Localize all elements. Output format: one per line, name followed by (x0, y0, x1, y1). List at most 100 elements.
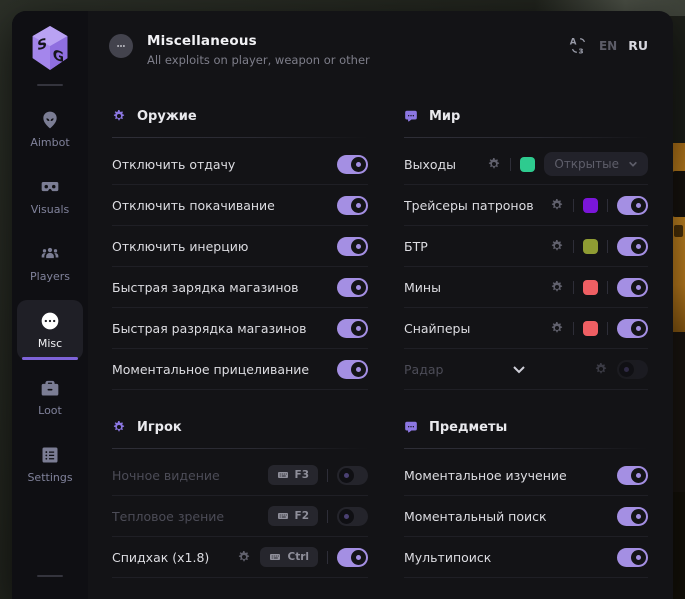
feature-row: Ночное видение F3 (112, 455, 368, 496)
toggle-switch[interactable] (337, 466, 368, 485)
page-header: Miscellaneous All exploits on player, we… (88, 11, 673, 91)
feature-label: Тепловое зрение (112, 509, 268, 524)
feature-label: Моментальное изучение (404, 468, 617, 483)
feature-label: Выходы (404, 157, 487, 172)
section-title: Мир (429, 109, 460, 124)
toggle-switch[interactable] (617, 237, 648, 256)
sidebar-divider (37, 84, 63, 86)
expand-chevron-icon[interactable] (511, 361, 527, 377)
toggle-switch[interactable] (337, 196, 368, 215)
row-settings-gear-icon[interactable] (550, 239, 564, 253)
toggle-switch[interactable] (337, 237, 368, 256)
sidebar-item-players[interactable]: Players (17, 233, 83, 293)
section-title: Предметы (429, 420, 507, 435)
row-settings-gear-icon[interactable] (487, 157, 501, 171)
background-orange-sign (672, 143, 685, 332)
feature-row: Моментальный поиск (404, 496, 648, 537)
section-weapon: Оружие Отключить отдачу Отключить покачи… (112, 103, 368, 390)
feature-label: Моментальный поиск (404, 509, 617, 524)
row-settings-gear-icon[interactable] (237, 550, 251, 564)
toggle-switch[interactable] (337, 278, 368, 297)
toggle-switch[interactable] (337, 360, 368, 379)
separator (573, 281, 574, 294)
section-header: Оружие (112, 103, 368, 129)
players-icon (40, 244, 60, 264)
toggle-switch[interactable] (617, 319, 648, 338)
feature-row: Снайперы (404, 308, 648, 349)
svg-text:S: S (37, 36, 47, 55)
alien-icon (40, 110, 60, 130)
exits-dropdown[interactable]: Открытые (544, 152, 648, 176)
toggle-switch[interactable] (617, 360, 648, 379)
color-swatch[interactable] (583, 321, 598, 336)
toggle-switch[interactable] (617, 466, 648, 485)
background-shadow-bottom (672, 492, 685, 599)
keybind-label: Ctrl (287, 551, 309, 563)
section-divider (112, 448, 368, 449)
feature-label: Отключить инерцию (112, 239, 337, 254)
toggle-switch[interactable] (617, 196, 648, 215)
sidebar-item-aimbot[interactable]: Aimbot (17, 99, 83, 159)
keybind-badge[interactable]: Ctrl (260, 547, 318, 567)
section-world: Мир Выходы Открытые (404, 103, 648, 390)
toggle-switch[interactable] (337, 155, 368, 174)
feature-row: Отключить инерцию (112, 226, 368, 267)
row-settings-gear-icon[interactable] (594, 362, 608, 376)
feature-row: Быстрая зарядка магазинов (112, 267, 368, 308)
row-settings-gear-icon[interactable] (550, 321, 564, 335)
feature-row: Моментальное изучение (404, 455, 648, 496)
feature-row: Мультипоиск (404, 537, 648, 578)
sidebar-item-label: Loot (38, 404, 62, 417)
toggle-switch[interactable] (617, 507, 648, 526)
sidebar-item-misc[interactable]: Misc (17, 300, 83, 360)
color-swatch[interactable] (583, 198, 598, 213)
feature-label: Отключить отдачу (112, 157, 337, 172)
feature-label: БТР (404, 239, 550, 254)
toggle-switch[interactable] (337, 507, 368, 526)
section-header: Мир (404, 103, 648, 129)
sidebar-item-visuals[interactable]: Visuals (17, 166, 83, 226)
svg-text:A: A (570, 38, 577, 48)
sidebar-divider (37, 575, 63, 577)
ellipsis-circle-icon (40, 311, 60, 331)
row-settings-gear-icon[interactable] (550, 198, 564, 212)
separator (607, 240, 608, 253)
section-divider (404, 137, 648, 138)
cheat-menu-window: S G Aimbot Visuals Players Misc Loot Set… (12, 11, 673, 599)
dropdown-value: Открытые (554, 157, 619, 171)
page-title-block: Miscellaneous All exploits on player, we… (147, 33, 370, 67)
color-swatch[interactable] (583, 280, 598, 295)
feature-row: Быстрая разрядка магазинов (112, 308, 368, 349)
sidebar-item-settings[interactable]: Settings (17, 434, 83, 494)
keybind-badge[interactable]: F3 (268, 465, 318, 485)
feature-label: Снайперы (404, 321, 550, 336)
main-panel: Miscellaneous All exploits on player, we… (88, 11, 673, 599)
content-grid: Оружие Отключить отдачу Отключить покачи… (88, 91, 673, 599)
color-swatch[interactable] (520, 157, 535, 172)
sidebar-item-loot[interactable]: Loot (17, 367, 83, 427)
toggle-switch[interactable] (337, 319, 368, 338)
toggle-switch[interactable] (617, 278, 648, 297)
color-swatch[interactable] (583, 239, 598, 254)
feature-label: Спидхак (x1.8) (112, 550, 237, 565)
keyboard-icon (277, 469, 289, 481)
toggle-switch[interactable] (617, 548, 648, 567)
sidebar-item-label: Visuals (31, 203, 70, 216)
row-settings-gear-icon[interactable] (550, 280, 564, 294)
language-switch: A з EN RU (569, 36, 648, 55)
feature-label: Трейсеры патронов (404, 198, 550, 213)
lang-ru-button[interactable]: RU (628, 38, 648, 53)
feature-label: Радар (404, 362, 443, 377)
keybind-label: F3 (295, 469, 309, 481)
page-title: Miscellaneous (147, 33, 370, 49)
toggle-switch[interactable] (337, 548, 368, 567)
lang-en-button[interactable]: EN (599, 39, 617, 53)
sidebar: S G Aimbot Visuals Players Misc Loot Set… (12, 11, 88, 599)
feature-label: Моментальное прицеливание (112, 362, 337, 377)
keybind-badge[interactable]: F2 (268, 506, 318, 526)
separator (607, 281, 608, 294)
gear-icon (112, 420, 126, 434)
separator (510, 158, 511, 171)
settings-list-icon (40, 445, 60, 465)
feature-row: Отключить покачивание (112, 185, 368, 226)
